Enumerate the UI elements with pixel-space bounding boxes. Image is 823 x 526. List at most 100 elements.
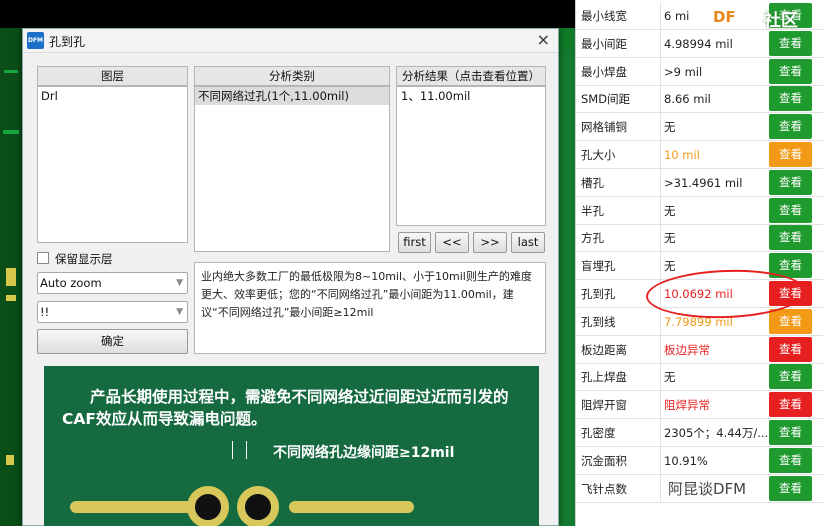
check-value: 无 [664, 370, 676, 385]
column-divider [660, 474, 661, 503]
layers-list[interactable]: Drl [37, 86, 188, 243]
check-value: 无 [664, 259, 676, 274]
copper-trace-right [289, 501, 414, 513]
column-divider [660, 307, 661, 336]
category-header: 分析类别 [194, 66, 390, 86]
spacing-marker [246, 441, 247, 459]
check-value: >31.4961 mil [664, 175, 743, 190]
close-icon[interactable]: × [537, 30, 550, 49]
view-button[interactable]: 查看 [769, 86, 812, 112]
caf-illustration: 产品长期使用过程中，需避免不同网络过近间距过近而引发的CAF效应从而导致漏电问题… [44, 366, 539, 526]
copper-trace-left [70, 501, 195, 513]
column-divider [660, 57, 661, 86]
dfm-checklist: 最小线宽 6 mi 查看 最小间距 4.98994 mil 查看 最小焊盘 >9 mil 查看 S… [575, 0, 823, 526]
layer-item[interactable]: Drl [38, 87, 187, 105]
view-button[interactable]: 查看 [769, 225, 812, 251]
banner-text: 产品长期使用过程中，需避免不同网络过近间距过近而引发的CAF效应从而导致漏电问题… [62, 388, 509, 428]
results-header: 分析结果（点击查看位置） [396, 66, 546, 86]
check-value: 6 mi [664, 9, 690, 23]
layers-header: 图层 [37, 66, 188, 86]
hole-to-hole-dialog: DFM 孔到孔 × 图层 Drl 分析类别 不同网络过孔(1个,11.00mil… [22, 28, 559, 526]
check-value: 10.91% [664, 453, 708, 468]
trace [3, 130, 19, 134]
column-divider [660, 224, 661, 253]
view-button[interactable]: 查看 [769, 58, 812, 84]
category-list[interactable]: 不同网络过孔(1个,11.00mil) [194, 86, 390, 252]
canvas-toolbar-strip [0, 0, 575, 28]
chevron-down-icon: ▼ [176, 307, 183, 317]
checklist-row: 槽孔 >31.4961 mil 查看 [576, 168, 823, 197]
zoom-select[interactable]: Auto zoom ▼ [37, 272, 188, 294]
column-divider [660, 2, 661, 30]
check-value: 阻焊异常 [664, 398, 710, 413]
result-item[interactable]: 1、11.00mil [397, 87, 545, 105]
spacing-marker [232, 441, 233, 459]
next-button[interactable]: >> [473, 232, 507, 253]
last-button[interactable]: last [511, 232, 545, 253]
results-list[interactable]: 1、11.00mil [396, 86, 546, 226]
check-name: 方孔 [581, 231, 604, 246]
check-name: 孔密度 [581, 426, 616, 440]
view-button[interactable]: 查看 [769, 30, 812, 56]
view-button[interactable]: 查看 [769, 142, 812, 167]
pad [6, 455, 14, 465]
keep-layers-checkbox[interactable] [37, 252, 49, 264]
check-name: 槽孔 [581, 175, 604, 190]
pad [6, 295, 16, 301]
checklist-row: 最小间距 4.98994 mil 查看 [576, 29, 823, 58]
view-button[interactable]: 查看 [769, 197, 812, 223]
view-button[interactable]: 查看 [769, 336, 812, 362]
checklist-row: 孔密度 2305个；4.44万/... 查看 [576, 419, 823, 447]
checklist-row: SMD间距 8.66 mil 查看 [576, 85, 823, 114]
checklist-row: 方孔 无 查看 [576, 224, 823, 253]
ok-button[interactable]: 确定 [37, 329, 188, 354]
column-divider [660, 85, 661, 114]
prev-button[interactable]: << [435, 232, 469, 253]
via-right [237, 486, 279, 526]
banner-spacing-label: 不同网络孔边缘间距≥12mil [273, 445, 455, 461]
first-button[interactable]: first [398, 232, 431, 253]
check-name: 盲埋孔 [581, 259, 616, 274]
check-value: 8.66 mil [664, 92, 711, 107]
analysis-description: 业内绝大多数工厂的最低极限为8~10mil、小于10mil则生产的难度更大、效率… [194, 262, 546, 354]
view-button[interactable]: 查看 [769, 308, 812, 334]
column-divider [660, 446, 661, 475]
zoom-select-value: Auto zoom [40, 276, 102, 290]
column-divider [660, 335, 661, 364]
checklist-row: 最小焊盘 >9 mil 查看 [576, 57, 823, 86]
title-bar[interactable]: DFM 孔到孔 × [23, 29, 558, 53]
check-value: 10 mil [664, 148, 700, 162]
check-name: 孔上焊盘 [581, 370, 627, 385]
dfm-app-icon: DFM [27, 32, 44, 49]
view-button[interactable]: 查看 [769, 114, 812, 140]
view-button[interactable]: 查看 [769, 420, 812, 445]
secondary-select-value: !! [40, 305, 50, 319]
check-value: 2305个；4.44万/... [664, 426, 769, 440]
dialog-title: 孔到孔 [49, 35, 86, 49]
check-name: 孔到线 [581, 314, 616, 329]
view-button[interactable]: 查看 [769, 364, 812, 390]
secondary-select[interactable]: !! ▼ [37, 301, 188, 323]
check-name: 沉金面积 [581, 453, 627, 468]
check-name: 飞针点数 [581, 481, 627, 496]
view-button[interactable]: 查看 [769, 447, 812, 473]
keep-layers-label: 保留显示层 [55, 252, 113, 266]
check-name: 最小间距 [581, 36, 627, 51]
checklist-row: 沉金面积 10.91% 查看 [576, 446, 823, 475]
column-divider [660, 363, 661, 392]
column-divider [660, 196, 661, 225]
check-name: 孔大小 [581, 148, 616, 162]
checklist-row: 板边距离 板边异常 查看 [576, 335, 823, 364]
via-left [187, 486, 229, 526]
view-button[interactable]: 查看 [769, 392, 812, 418]
column-divider [660, 391, 661, 420]
check-value: 4.98994 mil [664, 36, 733, 51]
view-button[interactable]: 查看 [769, 475, 812, 501]
column-divider [660, 141, 661, 169]
check-name: 网格铺铜 [581, 120, 627, 135]
check-name: 板边距离 [581, 342, 627, 357]
check-value: 无 [664, 203, 676, 218]
view-button[interactable]: 查看 [769, 169, 812, 195]
category-item[interactable]: 不同网络过孔(1个,11.00mil) [195, 87, 389, 105]
chevron-down-icon: ▼ [176, 278, 183, 288]
